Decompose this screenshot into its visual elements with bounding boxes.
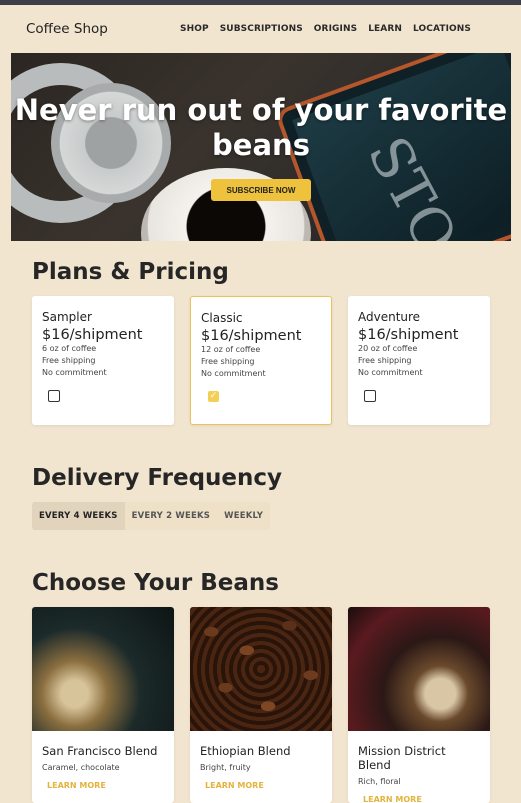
hero-headline: Never run out of your favorite beans [14,93,508,162]
plan-checkbox[interactable] [364,390,376,402]
plan-checkbox-checked[interactable]: ✓ [208,391,219,402]
bean-name: San Francisco Blend [42,744,158,758]
plan-feature: 12 oz of coffee [201,345,261,354]
plan-card-sampler[interactable]: Sampler $16/shipment 6 oz of coffee Free… [32,296,174,425]
plan-feature: No commitment [358,368,423,377]
plan-name: Sampler [42,310,92,324]
plan-feature: Free shipping [201,357,255,366]
nav-link-locations[interactable]: LOCATIONS [413,24,471,34]
plan-feature: Free shipping [42,356,96,365]
plan-feature: No commitment [201,369,266,378]
frequency-toggle-group: EVERY 4 WEEKS EVERY 2 WEEKS WEEKLY [32,502,271,530]
plan-feature: 6 oz of coffee [42,344,97,353]
nav-link-learn[interactable]: LEARN [368,24,402,34]
bean-name: Mission District Blend [358,744,446,772]
bean-description: Bright, fruity [200,763,251,772]
learn-more-link[interactable]: LEARN MORE [348,786,490,803]
bean-name: Ethiopian Blend [200,744,291,758]
subscribe-now-button[interactable]: SUBSCRIBE NOW [211,179,311,201]
plan-price: $16/shipment [358,327,459,343]
bean-description: Rich, floral [358,777,401,786]
hero-banner: STO Never run out of your favorite beans… [11,53,511,241]
nav-link-subscriptions[interactable]: SUBSCRIPTIONS [220,24,303,34]
beans-list: San Francisco Blend Caramel, chocolate L… [32,607,490,803]
bean-description: Caramel, chocolate [42,763,120,772]
plan-feature: 20 oz of coffee [358,344,418,353]
bean-card-san-francisco[interactable]: San Francisco Blend Caramel, chocolate L… [32,607,174,803]
learn-more-link[interactable]: LEARN MORE [32,772,174,790]
beans-section-title: Choose Your Beans [32,570,279,596]
nav-link-origins[interactable]: ORIGINS [314,24,357,34]
plan-feature: No commitment [42,368,107,377]
bean-image [32,607,174,731]
main-nav: SHOP SUBSCRIPTIONS ORIGINS LEARN LOCATIO… [180,24,471,34]
plan-card-adventure[interactable]: Adventure $16/shipment 20 oz of coffee F… [348,296,490,425]
site-header: Coffee Shop SHOP SUBSCRIPTIONS ORIGINS L… [0,5,521,53]
plan-price: $16/shipment [42,327,143,343]
bean-card-mission-district[interactable]: Mission District Blend Rich, floral LEAR… [348,607,490,803]
frequency-option-2-weeks[interactable]: EVERY 2 WEEKS [124,502,218,530]
bean-card-ethiopian[interactable]: Ethiopian Blend Bright, fruity LEARN MOR… [190,607,332,803]
bean-image [190,607,332,731]
frequency-section-title: Delivery Frequency [32,465,283,491]
learn-more-link[interactable]: LEARN MORE [190,772,332,790]
plan-name: Classic [201,311,243,325]
frequency-option-weekly[interactable]: WEEKLY [217,502,271,530]
plans-list: Sampler $16/shipment 6 oz of coffee Free… [32,296,490,425]
bean-image [348,607,490,731]
frequency-option-4-weeks[interactable]: EVERY 4 WEEKS [32,502,125,530]
plan-card-classic[interactable]: Classic $16/shipment 12 oz of coffee Fre… [190,296,332,425]
plan-price: $16/shipment [201,328,302,344]
plan-name: Adventure [358,310,421,324]
plans-section-title: Plans & Pricing [32,259,229,285]
plan-feature: Free shipping [358,356,412,365]
brand-logo[interactable]: Coffee Shop [26,21,108,37]
plan-checkbox[interactable] [48,390,60,402]
nav-link-shop[interactable]: SHOP [180,24,209,34]
